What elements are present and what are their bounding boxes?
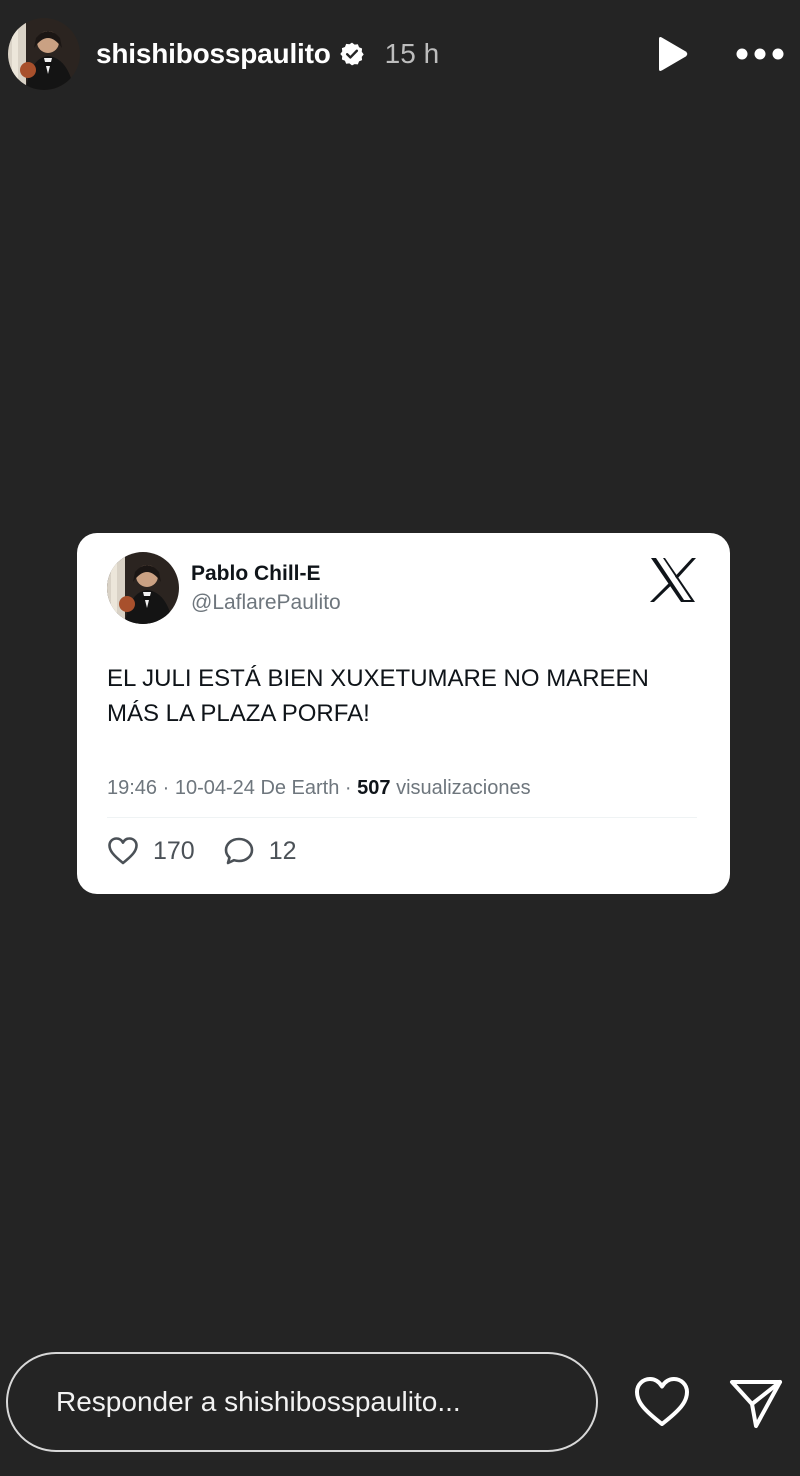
story-like-button[interactable] [632,1374,692,1430]
story-timestamp: 15 h [384,38,440,69]
tweet-like-count: 170 [153,836,195,865]
verified-badge-icon [339,42,364,66]
x-logo-icon [650,558,696,602]
avatar[interactable] [8,18,80,90]
tweet-views-count: 507 [357,777,391,799]
heart-icon [108,837,138,865]
tweet-views-label: visualizaciones [390,777,531,799]
tweet-timestamp-location: 19:46 · 10-04-24 De Earth · [107,777,358,799]
tweet-reply-action: 12 [223,836,297,866]
reply-input[interactable] [54,1385,578,1419]
reply-bar [6,1352,598,1452]
heart-icon [635,1377,689,1426]
tweet-author: Pablo Chill-E @LaflarePaulito [191,559,341,617]
story-username[interactable]: shishibosspaulito [96,38,331,70]
play-icon [659,37,688,71]
more-dots-icon [736,48,784,60]
tweet-like-action: 170 [107,836,195,866]
more-options-button[interactable] [736,34,784,74]
comment-icon [224,837,254,865]
tweet-meta: 19:46 · 10-04-24 De Earth · 507 visualiz… [107,775,697,818]
story-viewer: shishibosspaulito 15 h Pablo Chill-E @La… [0,0,800,1476]
tweet-card[interactable]: Pablo Chill-E @LaflarePaulito EL JULI ES… [77,533,730,894]
story-header: shishibosspaulito 15 h [8,14,784,94]
share-send-button[interactable] [728,1374,784,1430]
tweet-actions: 170 12 [107,836,698,866]
tweet-author-name: Pablo Chill-E [191,562,321,585]
play-button[interactable] [652,34,692,74]
tweet-author-handle: @LaflarePaulito [191,591,341,614]
tweet-avatar [107,552,179,624]
tweet-header: Pablo Chill-E @LaflarePaulito [107,551,698,625]
tweet-text: EL JULI ESTÁ BIEN XUXETUMARE NO MAREEN M… [107,665,649,727]
tweet-reply-count: 12 [268,836,297,865]
send-icon [730,1380,782,1428]
